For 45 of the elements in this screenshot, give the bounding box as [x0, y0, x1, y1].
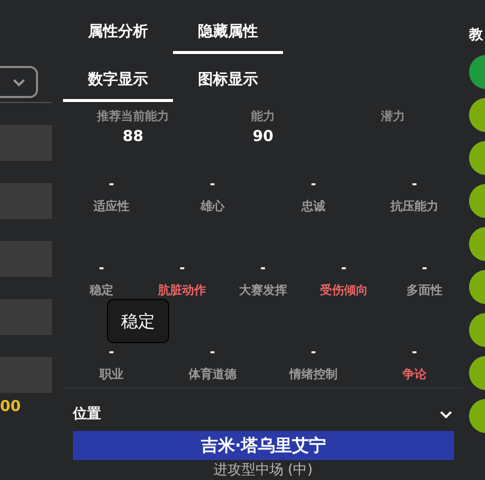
position-role: 进攻型中场 (中): [212, 461, 314, 479]
expand-button[interactable]: [439, 410, 453, 418]
tab[interactable]: 隐藏属性: [173, 22, 283, 54]
attribute-value: -: [310, 178, 316, 192]
rating-label: 能力: [251, 108, 275, 125]
attribute-label: 稳定: [89, 282, 114, 299]
rating-label: 推荐当前能力: [97, 108, 169, 125]
attribute-value: -: [310, 346, 316, 360]
attribute-value: -: [260, 262, 266, 276]
player-name: 吉米·塔乌里艾宁: [73, 431, 454, 460]
attribute-label: 情绪控制: [290, 366, 338, 383]
tab[interactable]: 属性分析: [63, 22, 173, 54]
attribute-label: 受伤倾向: [320, 282, 368, 299]
attribute-value: -: [108, 178, 114, 192]
attribute-value: -: [108, 346, 114, 360]
attribute-label: 适应性: [94, 198, 130, 215]
tab[interactable]: 数字显示: [63, 70, 173, 102]
amount-text: 00: [0, 397, 22, 415]
dropdown[interactable]: [0, 66, 38, 98]
attribute-label: 抗压能力: [390, 198, 438, 215]
attribute-value: -: [98, 262, 104, 276]
attribute-label: 忠诚: [302, 198, 326, 215]
rating-value: 88: [122, 127, 144, 145]
attribute-label: 多面性: [406, 282, 443, 299]
attribute-value: -: [412, 346, 418, 360]
attribute-label: 肮脏动作: [158, 282, 206, 299]
attribute-label: 大赛发挥: [238, 282, 287, 299]
attribute-value: -: [341, 262, 346, 276]
rating-label: 潜力: [381, 108, 405, 125]
attribute-label: 雄心: [200, 198, 224, 215]
attribute-value: -: [210, 346, 216, 360]
panel-title: 教: [469, 26, 484, 44]
section-title: 位置: [73, 405, 101, 423]
chevron-down-icon: [12, 78, 26, 86]
chevron-down-icon: [439, 410, 453, 418]
tab[interactable]: 图标显示: [173, 70, 283, 102]
attribute-label: 体育道德: [188, 366, 236, 383]
attribute-value: -: [179, 262, 185, 276]
attribute-label: 职业: [100, 366, 124, 383]
attribute-value: -: [412, 178, 418, 192]
tooltip: 稳定: [107, 299, 169, 343]
attribute-label: 争论: [402, 366, 426, 383]
attribute-value: -: [422, 262, 428, 276]
attribute-value: -: [210, 178, 216, 192]
rating-value: 90: [252, 127, 274, 145]
